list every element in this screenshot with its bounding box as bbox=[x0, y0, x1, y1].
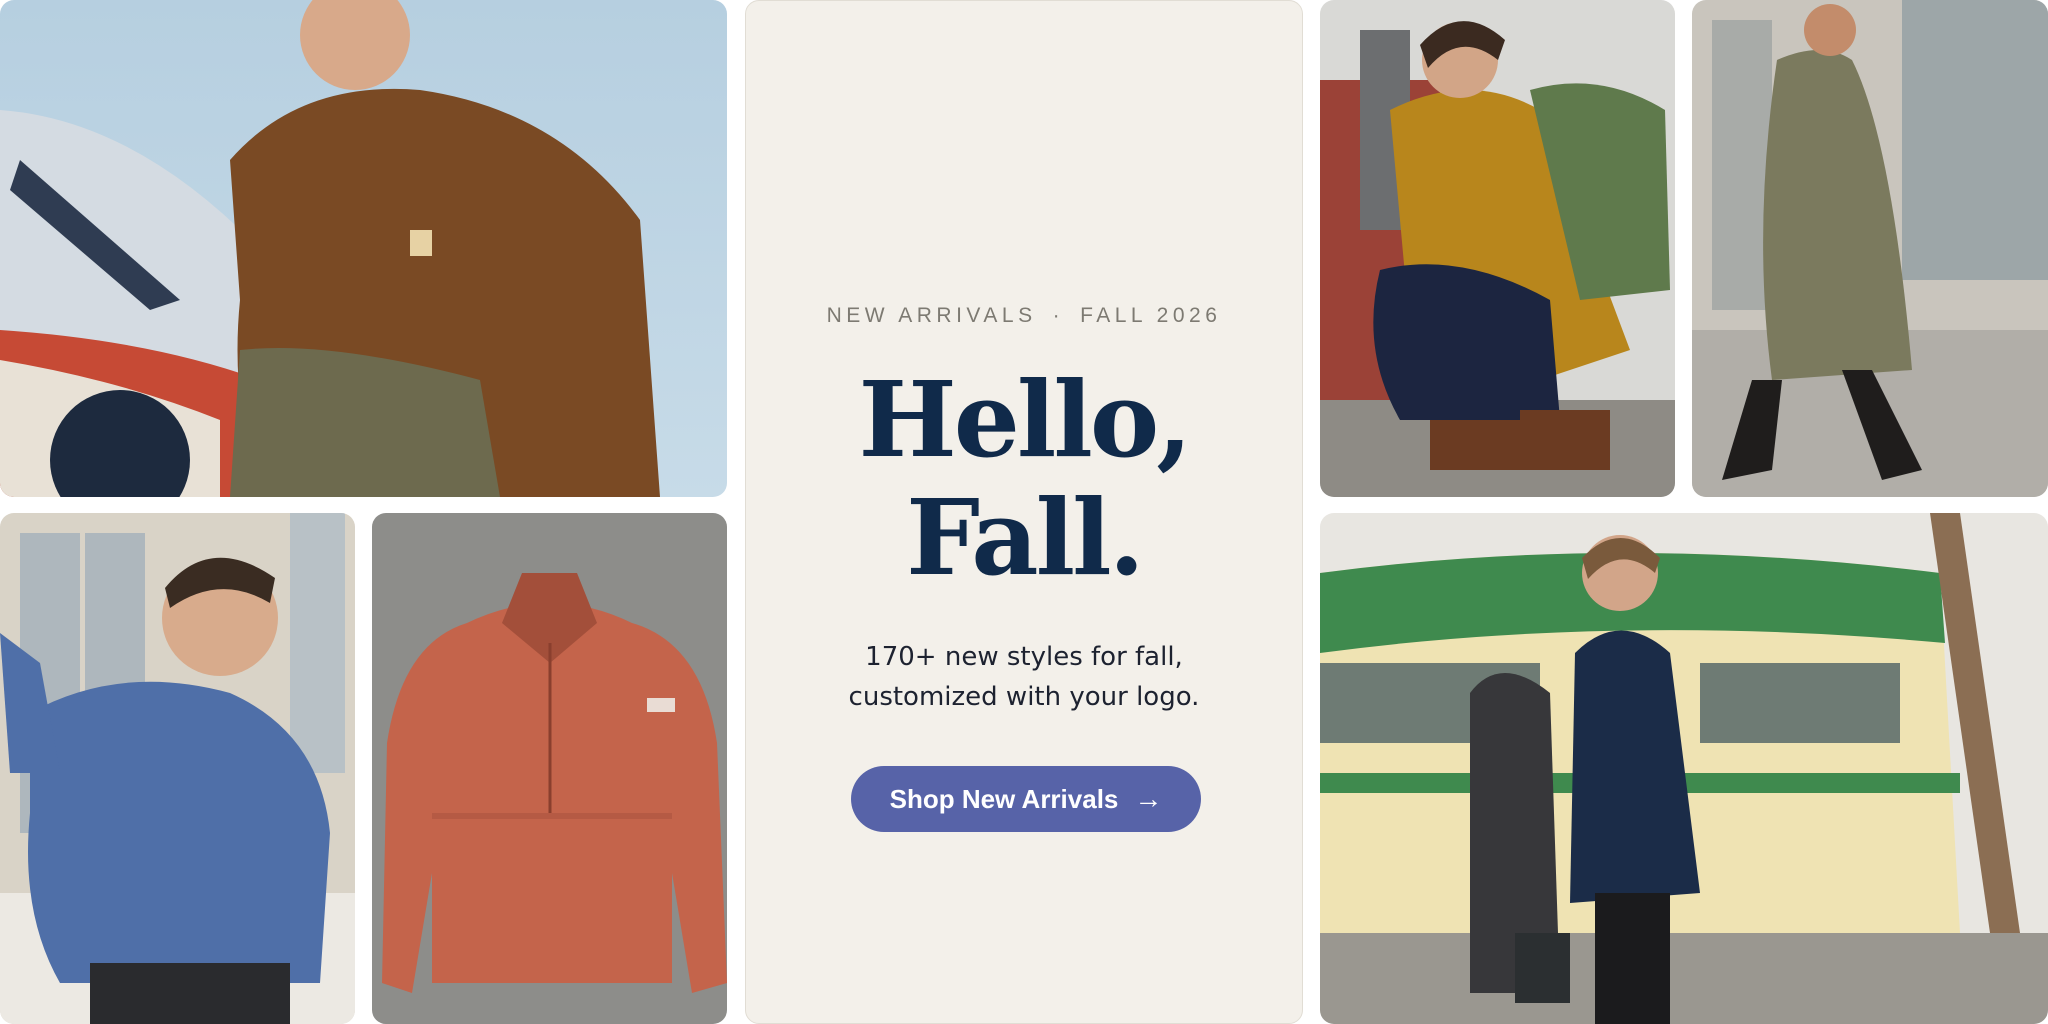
photo-man-mustard-jacket-backpack bbox=[1320, 0, 1675, 497]
eyebrow-new-arrivals: NEW ARRIVALS bbox=[826, 304, 1037, 327]
subheadline-line-1: 170+ new styles for fall, bbox=[865, 642, 1183, 672]
photo-man-brown-jacket-race-car bbox=[0, 0, 727, 497]
cta-label: Shop New Arrivals bbox=[889, 783, 1119, 814]
photo-man-navy-jacket-streetcar bbox=[1320, 513, 2048, 1024]
hero-card: NEW ARRIVALS · FALL 2026 Hello, Fall. 170+… bbox=[745, 0, 1303, 1024]
subheadline-line-2: customized with your logo. bbox=[848, 682, 1200, 712]
photo-woman-olive-long-coat bbox=[1692, 0, 2048, 497]
photo-rust-fleece-pullover bbox=[372, 513, 727, 1024]
eyebrow-separator: · bbox=[1052, 304, 1065, 327]
headline-line-1: Hello, bbox=[858, 358, 1192, 481]
arrow-right-icon: → bbox=[1134, 783, 1163, 814]
photo-man-blue-quarter-zip bbox=[0, 513, 355, 1024]
eyebrow-text: NEW ARRIVALS · FALL 2026 bbox=[746, 304, 1302, 328]
shop-new-arrivals-button[interactable]: Shop New Arrivals → bbox=[851, 766, 1201, 832]
eyebrow-season: FALL 2026 bbox=[1080, 304, 1222, 327]
headline-line-2: Fall. bbox=[906, 476, 1145, 599]
subheadline: 170+ new styles for fall, customized wit… bbox=[746, 637, 1302, 717]
headline: Hello, Fall. bbox=[746, 361, 1302, 597]
